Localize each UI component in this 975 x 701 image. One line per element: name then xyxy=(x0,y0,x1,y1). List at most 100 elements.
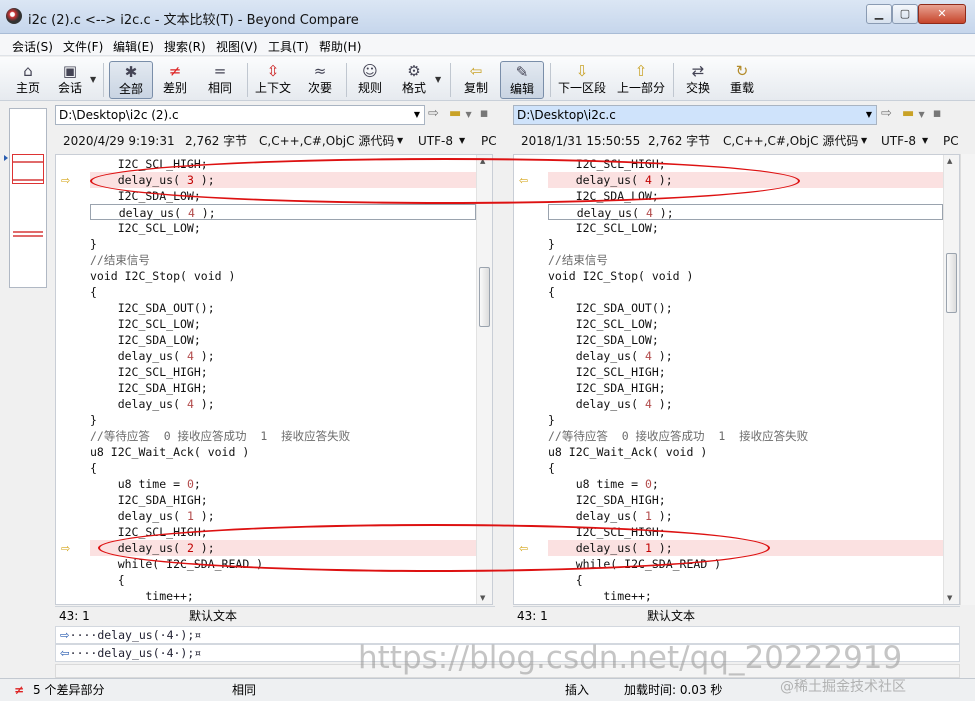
code-line[interactable]: //等待应答 0 接收应答成功 1 接收应答失败 xyxy=(548,428,943,444)
minimize-button[interactable]: ▁ xyxy=(866,4,892,24)
copy-right-arrow-icon[interactable]: ⇨ xyxy=(61,175,73,186)
code-line[interactable]: delay_us( 4 ); xyxy=(90,204,476,220)
code-line[interactable]: I2C_SDA_OUT(); xyxy=(548,300,943,316)
code-line[interactable]: I2C_SDA_HIGH; xyxy=(90,380,476,396)
right-eol[interactable]: PC xyxy=(943,130,959,152)
code-line[interactable]: delay_us( 4 ); xyxy=(548,348,943,364)
code-line[interactable]: delay_us( 4 ); xyxy=(548,396,943,412)
minor-button[interactable]: ≈ 次要 xyxy=(302,61,338,99)
code-line[interactable]: //结束信号 xyxy=(548,252,943,268)
copy-right-arrow-icon[interactable]: ⇨ xyxy=(61,543,73,554)
chevron-down-icon[interactable]: ▼ xyxy=(922,130,928,152)
code-line[interactable]: I2C_SCL_HIGH; xyxy=(90,364,476,380)
left-encoding-select[interactable]: UTF-8 xyxy=(418,130,453,152)
code-line[interactable]: u8 time = 0; xyxy=(90,476,476,492)
right-format-select[interactable]: C,C++,C#,ObjC 源代码 xyxy=(723,130,858,152)
context-button[interactable]: ⇳ 上下文 xyxy=(253,61,293,99)
code-line[interactable]: time++; xyxy=(548,588,943,604)
code-line[interactable]: { xyxy=(548,572,943,588)
save-icon[interactable]: ▪ xyxy=(480,106,489,121)
code-line[interactable]: { xyxy=(90,572,476,588)
chevron-down-icon[interactable]: ▼ xyxy=(866,106,872,124)
save-icon[interactable]: ▪ xyxy=(933,106,942,121)
code-line[interactable]: I2C_SDA_HIGH; xyxy=(548,492,943,508)
code-line[interactable]: //结束信号 xyxy=(90,252,476,268)
scroll-thumb[interactable] xyxy=(946,253,957,313)
chevron-down-icon[interactable]: ▼ xyxy=(397,130,403,152)
swap-button[interactable]: ⇄ 交换 xyxy=(680,61,716,99)
code-line[interactable]: { xyxy=(548,460,943,476)
code-line[interactable]: I2C_SCL_LOW; xyxy=(90,220,476,236)
code-line[interactable]: u8 time = 0; xyxy=(548,476,943,492)
outer-vertical-scrollbar[interactable] xyxy=(960,154,975,605)
code-line[interactable]: } xyxy=(90,236,476,252)
folder-icon[interactable]: ▬ xyxy=(449,106,461,121)
session-dropdown-icon[interactable]: ▼ xyxy=(90,75,96,84)
left-path-input[interactable]: D:\Desktop\i2c (2).c ▼ xyxy=(55,105,425,125)
code-line[interactable]: u8 I2C_Wait_Ack( void ) xyxy=(90,444,476,460)
paste-icon[interactable]: ⇨ xyxy=(881,106,892,121)
menu-session[interactable]: 会话(S) xyxy=(12,38,53,55)
menu-tools[interactable]: 工具(T) xyxy=(268,38,309,55)
menu-edit[interactable]: 编辑(E) xyxy=(113,38,154,55)
chevron-down-icon[interactable]: ▼ xyxy=(861,130,867,152)
reload-button[interactable]: ↻ 重载 xyxy=(724,61,760,99)
scroll-down-icon[interactable]: ▼ xyxy=(947,594,952,602)
code-line[interactable]: I2C_SCL_LOW; xyxy=(90,316,476,332)
code-line[interactable]: void I2C_Stop( void ) xyxy=(90,268,476,284)
next-section-button[interactable]: ⇩ 下一区段 xyxy=(554,61,610,99)
code-line[interactable]: delay_us( 1 ); xyxy=(548,508,943,524)
folder-icon[interactable]: ▬ xyxy=(902,106,914,121)
code-line[interactable]: time++; xyxy=(90,588,476,604)
home-button[interactable]: ⌂ 主页 xyxy=(10,61,46,99)
chevron-down-icon[interactable]: ▼ xyxy=(465,110,471,119)
code-line[interactable]: delay_us( 4 ); xyxy=(90,348,476,364)
code-line[interactable]: delay_us( 1 ); xyxy=(90,508,476,524)
chevron-down-icon[interactable]: ▼ xyxy=(459,130,465,152)
code-line[interactable]: } xyxy=(90,412,476,428)
code-line[interactable]: { xyxy=(548,284,943,300)
same-filter-button[interactable]: = 相同 xyxy=(202,61,238,99)
chevron-down-icon[interactable]: ▼ xyxy=(918,110,924,119)
right-vertical-scrollbar[interactable]: ▲ ▼ xyxy=(943,155,959,604)
right-path-input[interactable]: D:\Desktop\i2c.c ▼ xyxy=(513,105,877,125)
chevron-down-icon[interactable]: ▼ xyxy=(414,106,420,124)
code-line[interactable]: { xyxy=(90,460,476,476)
code-line[interactable]: I2C_SDA_HIGH; xyxy=(90,492,476,508)
code-line[interactable]: { xyxy=(90,284,476,300)
code-line[interactable]: I2C_SDA_OUT(); xyxy=(90,300,476,316)
left-eol[interactable]: PC xyxy=(481,130,497,152)
menu-search[interactable]: 搜索(R) xyxy=(164,38,206,55)
diffs-filter-button[interactable]: ≠ 差别 xyxy=(157,61,193,99)
all-filter-button[interactable]: ✱ 全部 xyxy=(109,61,153,99)
session-button[interactable]: ▣ 会话 xyxy=(52,61,88,99)
code-line[interactable]: I2C_SCL_HIGH; xyxy=(548,364,943,380)
format-dropdown-icon[interactable]: ▼ xyxy=(435,75,441,84)
overview-thumbnail[interactable] xyxy=(4,108,47,288)
code-line[interactable]: I2C_SDA_LOW; xyxy=(548,332,943,348)
left-format-select[interactable]: C,C++,C#,ObjC 源代码 xyxy=(259,130,394,152)
scroll-up-icon[interactable]: ▲ xyxy=(947,157,952,165)
right-encoding-select[interactable]: UTF-8 xyxy=(881,130,916,152)
menu-view[interactable]: 视图(V) xyxy=(216,38,258,55)
close-button[interactable]: ✕ xyxy=(918,4,966,24)
rules-button[interactable]: ☺ 规则 xyxy=(352,61,388,99)
code-line[interactable]: I2C_SCL_LOW; xyxy=(548,220,943,236)
code-line[interactable]: } xyxy=(548,236,943,252)
edit-button[interactable]: ✎ 编辑 xyxy=(500,61,544,99)
code-line[interactable]: //等待应答 0 接收应答成功 1 接收应答失败 xyxy=(90,428,476,444)
code-line[interactable]: u8 I2C_Wait_Ack( void ) xyxy=(548,444,943,460)
copy-button[interactable]: ⇦ 复制 xyxy=(458,61,494,99)
code-line[interactable]: I2C_SDA_HIGH; xyxy=(548,380,943,396)
code-line[interactable]: delay_us( 4 ); xyxy=(90,396,476,412)
maximize-button[interactable]: ▢ xyxy=(892,4,918,24)
menu-file[interactable]: 文件(F) xyxy=(63,38,103,55)
prev-part-button[interactable]: ⇧ 上一部分 xyxy=(614,61,668,99)
format-button[interactable]: ⚙ 格式 xyxy=(396,61,432,99)
code-line[interactable]: delay_us( 4 ); xyxy=(548,204,943,220)
scroll-thumb[interactable] xyxy=(479,267,490,327)
paste-icon[interactable]: ⇨ xyxy=(428,106,439,121)
code-line[interactable]: I2C_SCL_LOW; xyxy=(548,316,943,332)
code-line[interactable]: I2C_SDA_LOW; xyxy=(90,332,476,348)
menu-help[interactable]: 帮助(H) xyxy=(319,38,361,55)
